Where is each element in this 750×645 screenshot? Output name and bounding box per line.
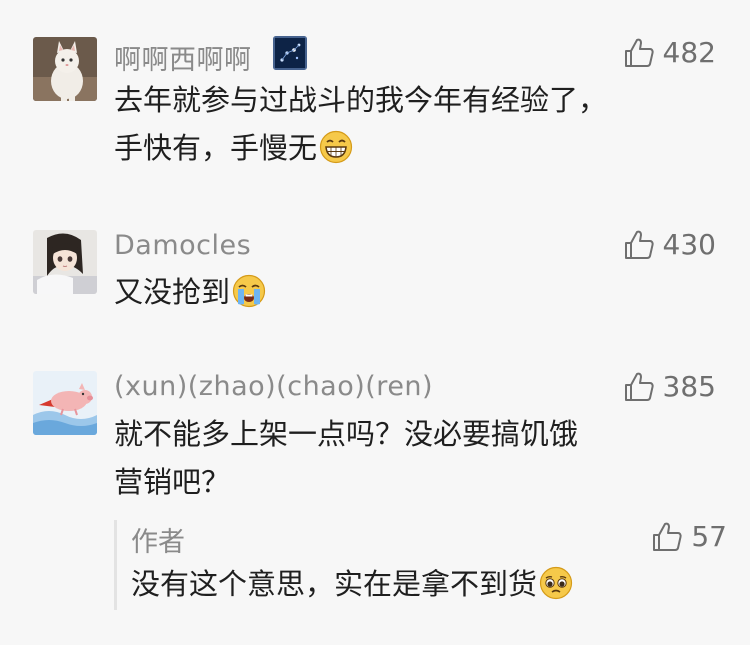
like-button[interactable]: 57 [651, 520, 727, 553]
reply-text: 没有这个意思，实在是拿不到货 [131, 560, 573, 608]
nickname[interactable]: Damocles [114, 230, 251, 261]
like-count: 482 [662, 36, 716, 69]
like-button[interactable]: 430 [623, 228, 716, 261]
comment-line: 就不能多上架一点吗？没必要搞饥饿 [114, 417, 579, 451]
thumbs-up-icon [624, 372, 654, 401]
comment-text: 就不能多上架一点吗？没必要搞饥饿 营销吧？ [114, 410, 578, 506]
crying-face-emoji [232, 274, 266, 308]
comment-line: 手快有，手慢无 [114, 131, 318, 165]
like-count: 57 [691, 520, 727, 553]
grinning-face-emoji [319, 130, 353, 164]
thumbs-up-icon [624, 230, 654, 259]
comment-text: 去年就参与过战斗的我今年有经验了， 手快有，手慢无 [114, 76, 607, 172]
comment-line: 又没抢到 [114, 275, 231, 309]
avatar[interactable] [33, 37, 97, 101]
avatar[interactable] [33, 230, 97, 294]
like-count: 430 [662, 228, 716, 261]
comment-line: 营销吧？ [114, 465, 231, 499]
pleading-face-emoji [539, 566, 573, 600]
nickname[interactable]: 啊啊西啊啊 [114, 38, 252, 77]
level-badge-icon [273, 36, 307, 70]
nickname[interactable]: (xun)(zhao)(chao)(ren) [114, 371, 433, 402]
comment-line: 去年就参与过战斗的我今年有经验了， [114, 83, 608, 117]
thumbs-up-icon [624, 38, 654, 67]
like-button[interactable]: 482 [623, 36, 716, 69]
avatar[interactable] [33, 371, 97, 435]
reply-line: 没有这个意思，实在是拿不到货 [131, 567, 538, 601]
like-button[interactable]: 385 [623, 370, 716, 403]
comment-text: 又没抢到 [114, 268, 266, 316]
thumbs-up-icon [653, 522, 682, 551]
author-reply: 作者 57 没有这个意思，实在是拿不到货 [114, 520, 727, 610]
reply-author[interactable]: 作者 [131, 520, 185, 559]
like-count: 385 [662, 370, 716, 403]
